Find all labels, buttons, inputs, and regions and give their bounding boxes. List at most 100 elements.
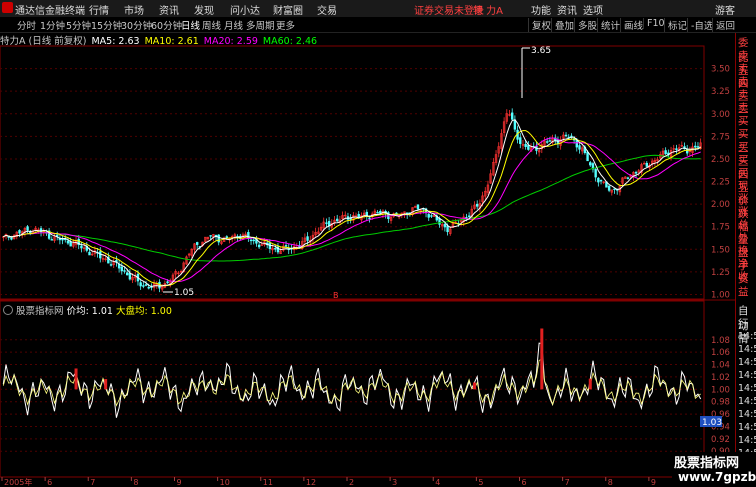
chart-area[interactable]: 3.50 3.25 3.00 2.75 2.50 2.25 2.00 1.75 1.50 1.25… xyxy=(0,0,735,487)
x-tick-label: 9 xyxy=(177,478,182,487)
x-tick-label: 9 xyxy=(651,478,656,487)
indicator-red-bar xyxy=(104,379,108,390)
candle-body xyxy=(578,145,581,150)
main-y-tick-label: 2.00 xyxy=(711,200,730,210)
main-y-tick-label: 2.50 xyxy=(711,155,730,165)
main-y-tick-label: 1.00 xyxy=(711,290,730,300)
candle-body xyxy=(589,162,592,166)
x-tick-label: 5 xyxy=(478,478,483,487)
candle-body xyxy=(139,282,142,287)
x-tick-label: 6 xyxy=(522,478,527,487)
candle-body xyxy=(694,145,697,148)
trade-time: 14:50 xyxy=(738,409,756,420)
candle-body xyxy=(465,217,468,219)
candle-body xyxy=(626,177,630,179)
main-y-tick-label: 3.50 xyxy=(711,65,730,75)
candle-body xyxy=(26,226,29,231)
main-y-tick-label: 1.75 xyxy=(711,223,730,233)
event-marker: B xyxy=(333,291,339,300)
candle-body xyxy=(607,185,611,191)
candle-body xyxy=(634,171,638,174)
main-y-tick-label: 1.25 xyxy=(711,268,730,278)
candle-body xyxy=(527,145,530,150)
watermark-title: 股票指标网 xyxy=(674,456,740,471)
candle-body xyxy=(306,236,309,241)
trade-time: 14:50 xyxy=(738,396,756,407)
sub-y-tick-label: 0.92 xyxy=(711,435,730,445)
candle-body xyxy=(284,245,288,247)
x-axis: 2005年67891011122345678910 xyxy=(1,477,704,487)
x-tick-label: 11 xyxy=(263,478,273,487)
indicator-market: 大盘均: 1.00 xyxy=(115,306,172,317)
candle-body xyxy=(335,218,339,222)
trade-time: 14:50 xyxy=(738,435,756,446)
indicator-settings-icon[interactable] xyxy=(3,305,13,315)
candle-body xyxy=(144,284,148,286)
candle-body xyxy=(548,140,552,142)
x-tick-label: 12 xyxy=(306,478,316,487)
main-y-tick-label: 3.00 xyxy=(711,110,730,120)
indicator-red-bar xyxy=(74,368,78,390)
indicator-red-bar xyxy=(540,328,544,390)
x-tick-label: 7 xyxy=(565,478,570,487)
candle-body xyxy=(645,162,649,167)
candle-body xyxy=(416,204,420,210)
sub-y-tick-label: 1.06 xyxy=(711,348,730,358)
quote-column: 委比 卖五 卖四 卖三 卖二 卖一 买一 买二 买三 买四 买五 现价 涨跌 涨幅 总量 外盘 换手 净资 收益 自动… xyxy=(735,33,756,487)
x-tick-label: 2 xyxy=(349,478,354,487)
sub-y-tick-label: 0.98 xyxy=(711,398,730,408)
indicator-red-bars xyxy=(74,328,592,390)
candle-body xyxy=(368,217,371,220)
indicator-red-bar xyxy=(588,378,592,390)
candle-body xyxy=(257,244,261,248)
candle-body xyxy=(142,285,145,287)
candle-body xyxy=(274,248,277,250)
candle-body xyxy=(61,238,64,241)
candle-body xyxy=(675,148,678,150)
candle-body xyxy=(147,286,150,289)
candle-body xyxy=(166,281,169,284)
indicator-red-bar xyxy=(473,382,476,390)
main-y-tick-label: 3.25 xyxy=(711,87,730,97)
trade-time: 14:50 xyxy=(738,331,756,342)
candle-body xyxy=(195,242,199,245)
candle-body xyxy=(217,234,220,243)
candle-body xyxy=(69,241,72,247)
candle-body xyxy=(564,134,568,137)
candle-body xyxy=(80,245,83,249)
main-y-ticks: 3.50 3.25 3.00 2.75 2.50 2.25 2.00 1.75 1.50 1.25… xyxy=(711,65,730,301)
candle-body xyxy=(443,223,447,228)
sub-y-tick-label: 1.08 xyxy=(711,336,730,346)
candle-body xyxy=(545,141,549,143)
x-tick-label: 8 xyxy=(133,478,138,487)
current-value: 1.03 xyxy=(702,418,722,428)
candle-body xyxy=(586,151,589,162)
sub-y-ticks: 1.081.061.041.021.000.980.960.940.920.90 xyxy=(711,336,730,457)
trade-time: 14:50 xyxy=(738,370,756,381)
candle-body xyxy=(599,179,603,182)
candle-body xyxy=(123,270,126,272)
candle-body xyxy=(88,251,91,256)
low-annotation: 1.05 xyxy=(174,288,194,298)
indicator-price: 价均: 1.01 xyxy=(66,306,113,317)
candle-body xyxy=(427,214,430,218)
sub-y-tick-label: 1.00 xyxy=(711,385,730,395)
x-tick-label: 8 xyxy=(608,478,613,487)
x-tick-label: 6 xyxy=(47,478,52,487)
candle-body xyxy=(594,169,597,178)
sub-chart-info: 股票指标网 价均: 1.01 大盘均: 1.00 xyxy=(3,303,172,317)
candle-body xyxy=(252,239,255,242)
candle-body xyxy=(18,230,21,234)
indicator-label: 股票指标网 xyxy=(16,306,64,317)
candle-body xyxy=(510,112,514,120)
watermark-url: www.7gpzb.com xyxy=(678,470,756,484)
trade-time: 14:50 xyxy=(738,344,756,355)
candle-body xyxy=(66,240,70,244)
x-tick-label: 10 xyxy=(220,478,230,487)
quote-label: 收益 xyxy=(738,271,749,298)
candle-body xyxy=(376,211,379,214)
candle-body xyxy=(575,140,579,148)
sub-y-tick-label: 1.04 xyxy=(711,361,730,371)
candle-body xyxy=(664,150,667,155)
candle-body xyxy=(685,148,689,154)
